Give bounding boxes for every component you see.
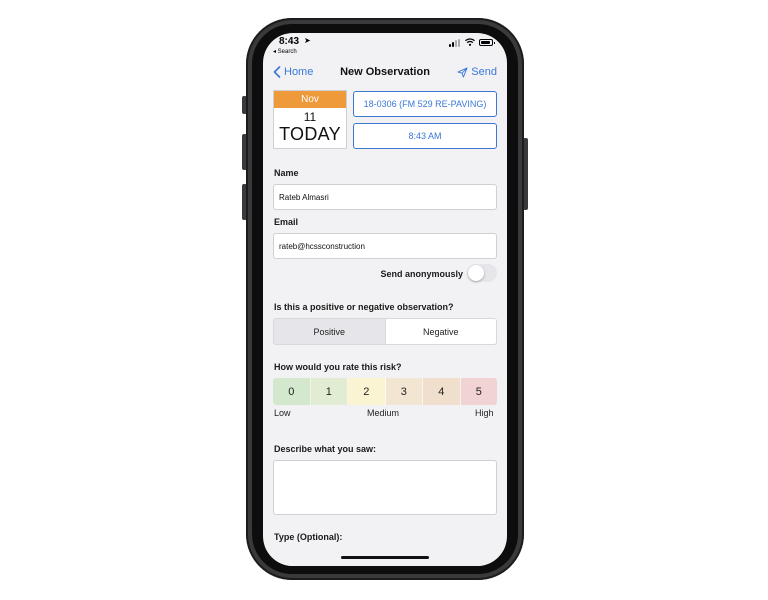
polarity-question: Is this a positive or negative observati… [274,302,454,312]
home-back-label: Home [284,66,314,78]
toggle-knob [468,265,484,281]
name-field[interactable]: Rateb Almasri [273,184,497,210]
home-back-button[interactable]: Home [273,63,313,81]
paper-plane-icon [457,66,468,78]
email-field[interactable]: rateb@hcssconstruction [273,233,497,259]
risk-high-caption: High [475,408,494,418]
risk-option-1[interactable]: 1 [310,378,348,405]
time-select-button[interactable]: 8:43 AM [353,123,497,149]
wifi-icon [465,38,475,46]
date-tile[interactable]: Nov 11 TODAY [273,90,347,149]
anonymous-label: Send anonymously [380,269,463,279]
send-button[interactable]: Send [457,63,497,81]
battery-icon [479,39,495,46]
navigation-bar: New Observation Home Send [263,61,507,83]
risk-low-caption: Low [274,408,291,418]
risk-question: How would you rate this risk? [274,362,402,372]
risk-option-3[interactable]: 3 [385,378,423,405]
risk-option-5[interactable]: 5 [460,378,497,405]
send-label: Send [471,66,497,78]
back-to-search-link[interactable]: ◂ Search [273,48,297,55]
signal-icon [449,39,461,47]
risk-option-2[interactable]: 2 [348,378,386,405]
app-screen: 8:43 ➤ ◂ Search New Observation Home Sen… [263,33,507,566]
email-label: Email [274,217,299,227]
polarity-segmented-control: Positive Negative [273,318,497,345]
chevron-left-icon [273,66,281,78]
type-label: Type (Optional): [274,532,343,542]
risk-option-0[interactable]: 0 [273,378,311,405]
name-label: Name [274,168,299,178]
status-bar: 8:43 ➤ ◂ Search [263,33,507,57]
home-indicator [341,556,429,559]
segment-positive[interactable]: Positive [274,319,385,344]
description-textarea[interactable] [273,460,497,515]
calendar-day: 11 [303,110,317,124]
location-arrow-icon: ➤ [304,36,311,45]
describe-label: Describe what you saw: [274,444,377,454]
job-select-button[interactable]: 18-0306 (FM 529 RE-PAVING) [353,91,497,117]
calendar-month: Nov [274,91,346,108]
risk-rating-scale: 0 1 2 3 4 5 [273,378,497,405]
calendar-today-label: TODAY [279,124,341,144]
segment-negative[interactable]: Negative [384,319,496,344]
status-time: 8:43 [279,36,300,47]
anonymous-toggle[interactable] [467,264,497,282]
risk-medium-caption: Medium [367,408,400,418]
risk-option-4[interactable]: 4 [423,378,461,405]
